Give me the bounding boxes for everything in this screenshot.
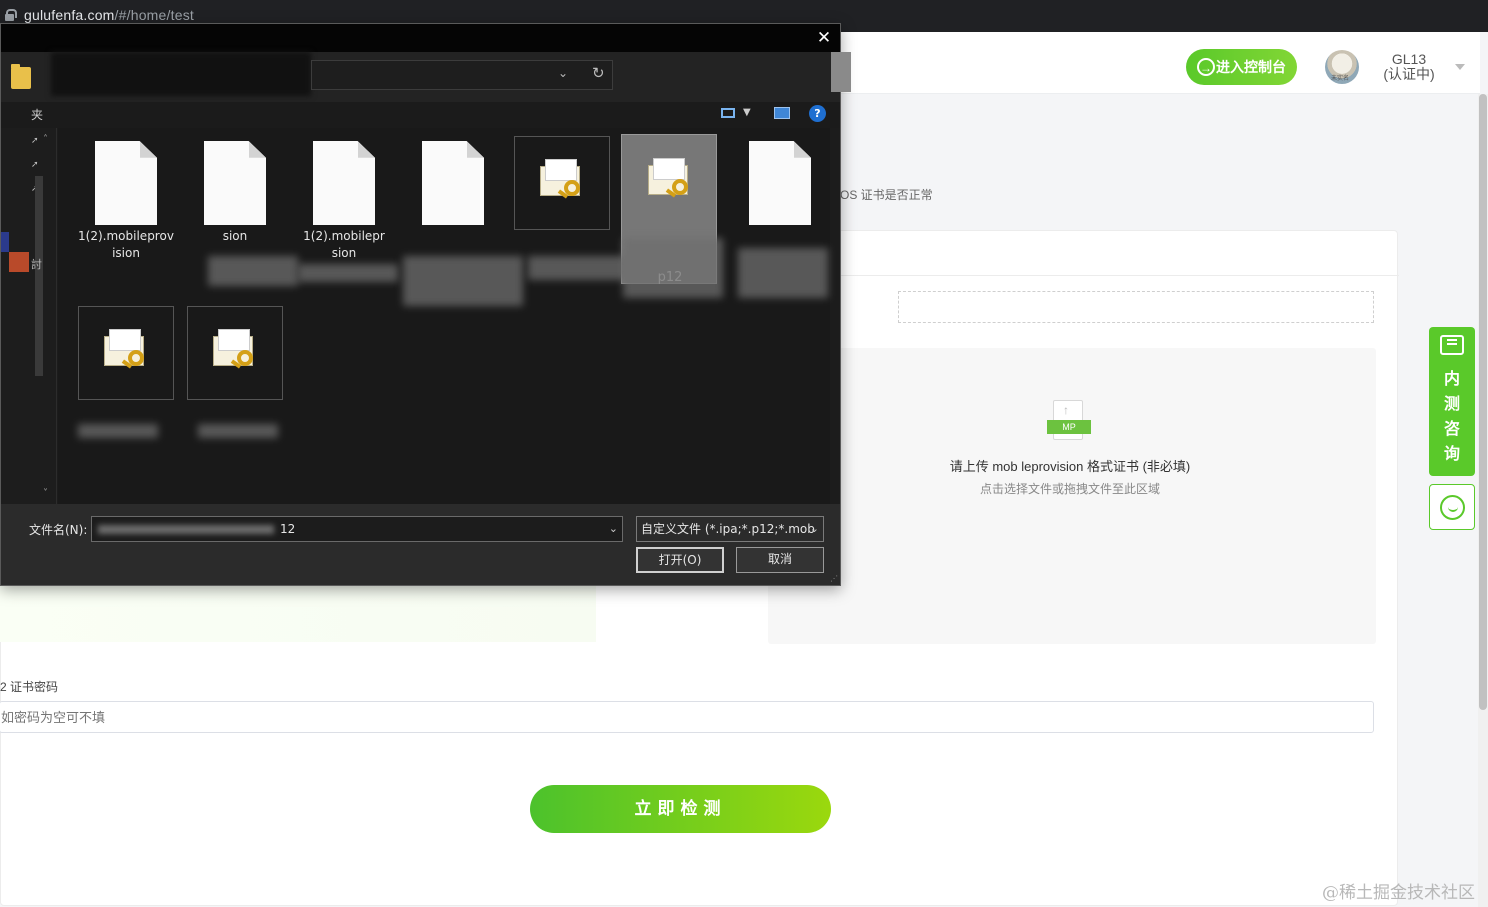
avatar-caption: 未实名 <box>1331 76 1350 82</box>
document-icon <box>204 141 266 225</box>
redacted-file-name <box>298 264 398 282</box>
file-name: 1(2).mobileprov ision <box>78 229 174 260</box>
file-name: 1(2).mobilepr sion <box>303 229 385 260</box>
url-path: /#/home/test <box>114 7 194 23</box>
page-description: OS 证书是否正常 <box>840 188 933 202</box>
url-host: gulufenfa.com <box>24 7 115 23</box>
upload-area-left[interactable] <box>0 586 596 642</box>
redacted-breadcrumb <box>51 52 311 96</box>
preview-pane-icon[interactable] <box>774 107 790 119</box>
detect-now-button[interactable]: 立即检测 <box>530 785 831 833</box>
dialog-titlebar[interactable]: ✕ <box>1 24 840 52</box>
chevron-down-icon[interactable] <box>1455 64 1465 70</box>
beta-consult-label: 内测咨询 <box>1443 371 1460 463</box>
chevron-down-icon[interactable]: ⌄ <box>810 517 819 541</box>
scroll-down-icon[interactable]: ˅ <box>43 488 48 499</box>
dialog-footer: 文件名(N): 12 ⌄ 自定义文件 (*.ipa;*.p12;*.mob ⌄ … <box>1 504 840 585</box>
file-type-value: 自定义文件 (*.ipa;*.p12;*.mob <box>641 522 815 536</box>
redacted-file-name <box>403 256 523 306</box>
scroll-up-icon[interactable]: ˄ <box>43 134 48 145</box>
dialog-address-bar[interactable]: ⌄ ↻ <box>311 60 613 90</box>
change-view-icon[interactable] <box>721 108 735 118</box>
folder-icon <box>11 64 31 89</box>
nav-item-marker <box>1 232 9 252</box>
cancel-button[interactable]: 取消 <box>736 547 824 573</box>
chevron-down-icon[interactable]: ⌄ <box>609 517 618 541</box>
enter-console-button[interactable]: 进入控制台 <box>1186 49 1297 86</box>
dialog-view-bar: 夹 ▼ ? <box>1 102 840 128</box>
user-name: GL13 <box>1391 51 1427 67</box>
page-scrollbar[interactable] <box>1478 94 1488 907</box>
nav-folder-label: 夹 <box>31 108 44 122</box>
certificate-icon <box>648 158 692 199</box>
upload-dropzone-ipa[interactable] <box>898 291 1374 323</box>
mp-badge: MP <box>1047 420 1091 434</box>
filename-label: 文件名(N): <box>29 523 88 537</box>
certificate-icon <box>213 329 257 370</box>
help-icon[interactable]: ? <box>809 105 826 122</box>
nav-scrollbar[interactable] <box>35 176 43 376</box>
filename-input[interactable]: 12 ⌄ <box>91 516 623 542</box>
open-button[interactable]: 打开(O) <box>636 547 724 573</box>
document-icon <box>422 141 484 225</box>
redacted-file-name <box>738 248 828 298</box>
document-icon <box>95 141 157 225</box>
file-name: sion <box>222 229 248 243</box>
navigation-pane[interactable]: ˄ ➚ ➚ ➚ 討 ˅ <box>1 128 57 504</box>
password-label: 2 证书密码 <box>0 680 59 694</box>
upload-subtitle: 点击选择文件或拖拽文件至此区域 <box>979 482 1160 496</box>
close-icon[interactable]: ✕ <box>814 28 834 48</box>
document-icon <box>313 141 375 225</box>
file-list[interactable]: 1(2).mobileprov ision sion 1(2).mobilepr s… <box>58 128 830 504</box>
lock-icon <box>5 9 17 21</box>
redacted-file-name <box>198 424 278 438</box>
chat-icon <box>1440 495 1465 520</box>
avatar[interactable]: 未实名 <box>1325 50 1359 84</box>
resize-grip-icon[interactable]: ⋰ <box>830 574 838 583</box>
redacted-file-name <box>208 256 298 286</box>
enter-console-label: 进入控制台 <box>1216 59 1286 75</box>
filename-value: 12 <box>280 522 296 536</box>
chat-button[interactable] <box>1429 484 1475 530</box>
refresh-icon[interactable]: ↻ <box>592 64 605 82</box>
nav-item-label: 討 <box>31 258 42 271</box>
pin-icon: ➚ <box>31 160 39 170</box>
document-icon <box>749 141 811 225</box>
upload-dropzone-mobileprovision[interactable]: MP 请上传 mob leprovision 格式证书 (非必填) 点击选择文件… <box>768 348 1376 644</box>
scrollbar-thumb[interactable] <box>1479 94 1487 710</box>
redacted-filename <box>98 525 274 534</box>
enter-icon <box>1197 50 1215 86</box>
user-menu[interactable]: GL13 (认证中) <box>1380 52 1438 82</box>
password-input[interactable] <box>0 701 1374 733</box>
chevron-down-icon[interactable]: ⌄ <box>558 66 568 80</box>
view-menu-chevron-icon[interactable]: ▼ <box>743 107 751 118</box>
beta-consult-button[interactable]: 内测咨询 <box>1429 327 1475 476</box>
watermark: @稀土掘金技术社区 <box>1322 883 1475 903</box>
nav-item-icon <box>9 252 29 272</box>
message-icon <box>1440 335 1464 355</box>
upload-title: 请上传 mob leprovision 格式证书 (非必填) <box>949 459 1191 474</box>
pin-icon: ➚ <box>31 136 39 146</box>
dialog-toolbar-scroll <box>831 52 851 92</box>
redacted-file-name <box>623 238 723 298</box>
redacted-file-name <box>78 424 158 438</box>
redacted-file-name <box>528 256 628 280</box>
mp-file-icon: MP <box>1047 400 1091 442</box>
certificate-icon <box>104 329 148 370</box>
url-text[interactable]: gulufenfa.com/#/home/test <box>24 7 194 23</box>
file-open-dialog: ✕ ⌄ ↻ 夹 ▼ ? ˄ ➚ ➚ ➚ 討 ˅ 1(2).mobileprov … <box>0 23 851 586</box>
file-type-select[interactable]: 自定义文件 (*.ipa;*.p12;*.mob ⌄ <box>636 516 824 542</box>
certificate-icon <box>540 159 584 200</box>
user-status: (认证中) <box>1383 66 1435 82</box>
file-item[interactable]: 1(2).mobileprov ision <box>78 136 174 286</box>
